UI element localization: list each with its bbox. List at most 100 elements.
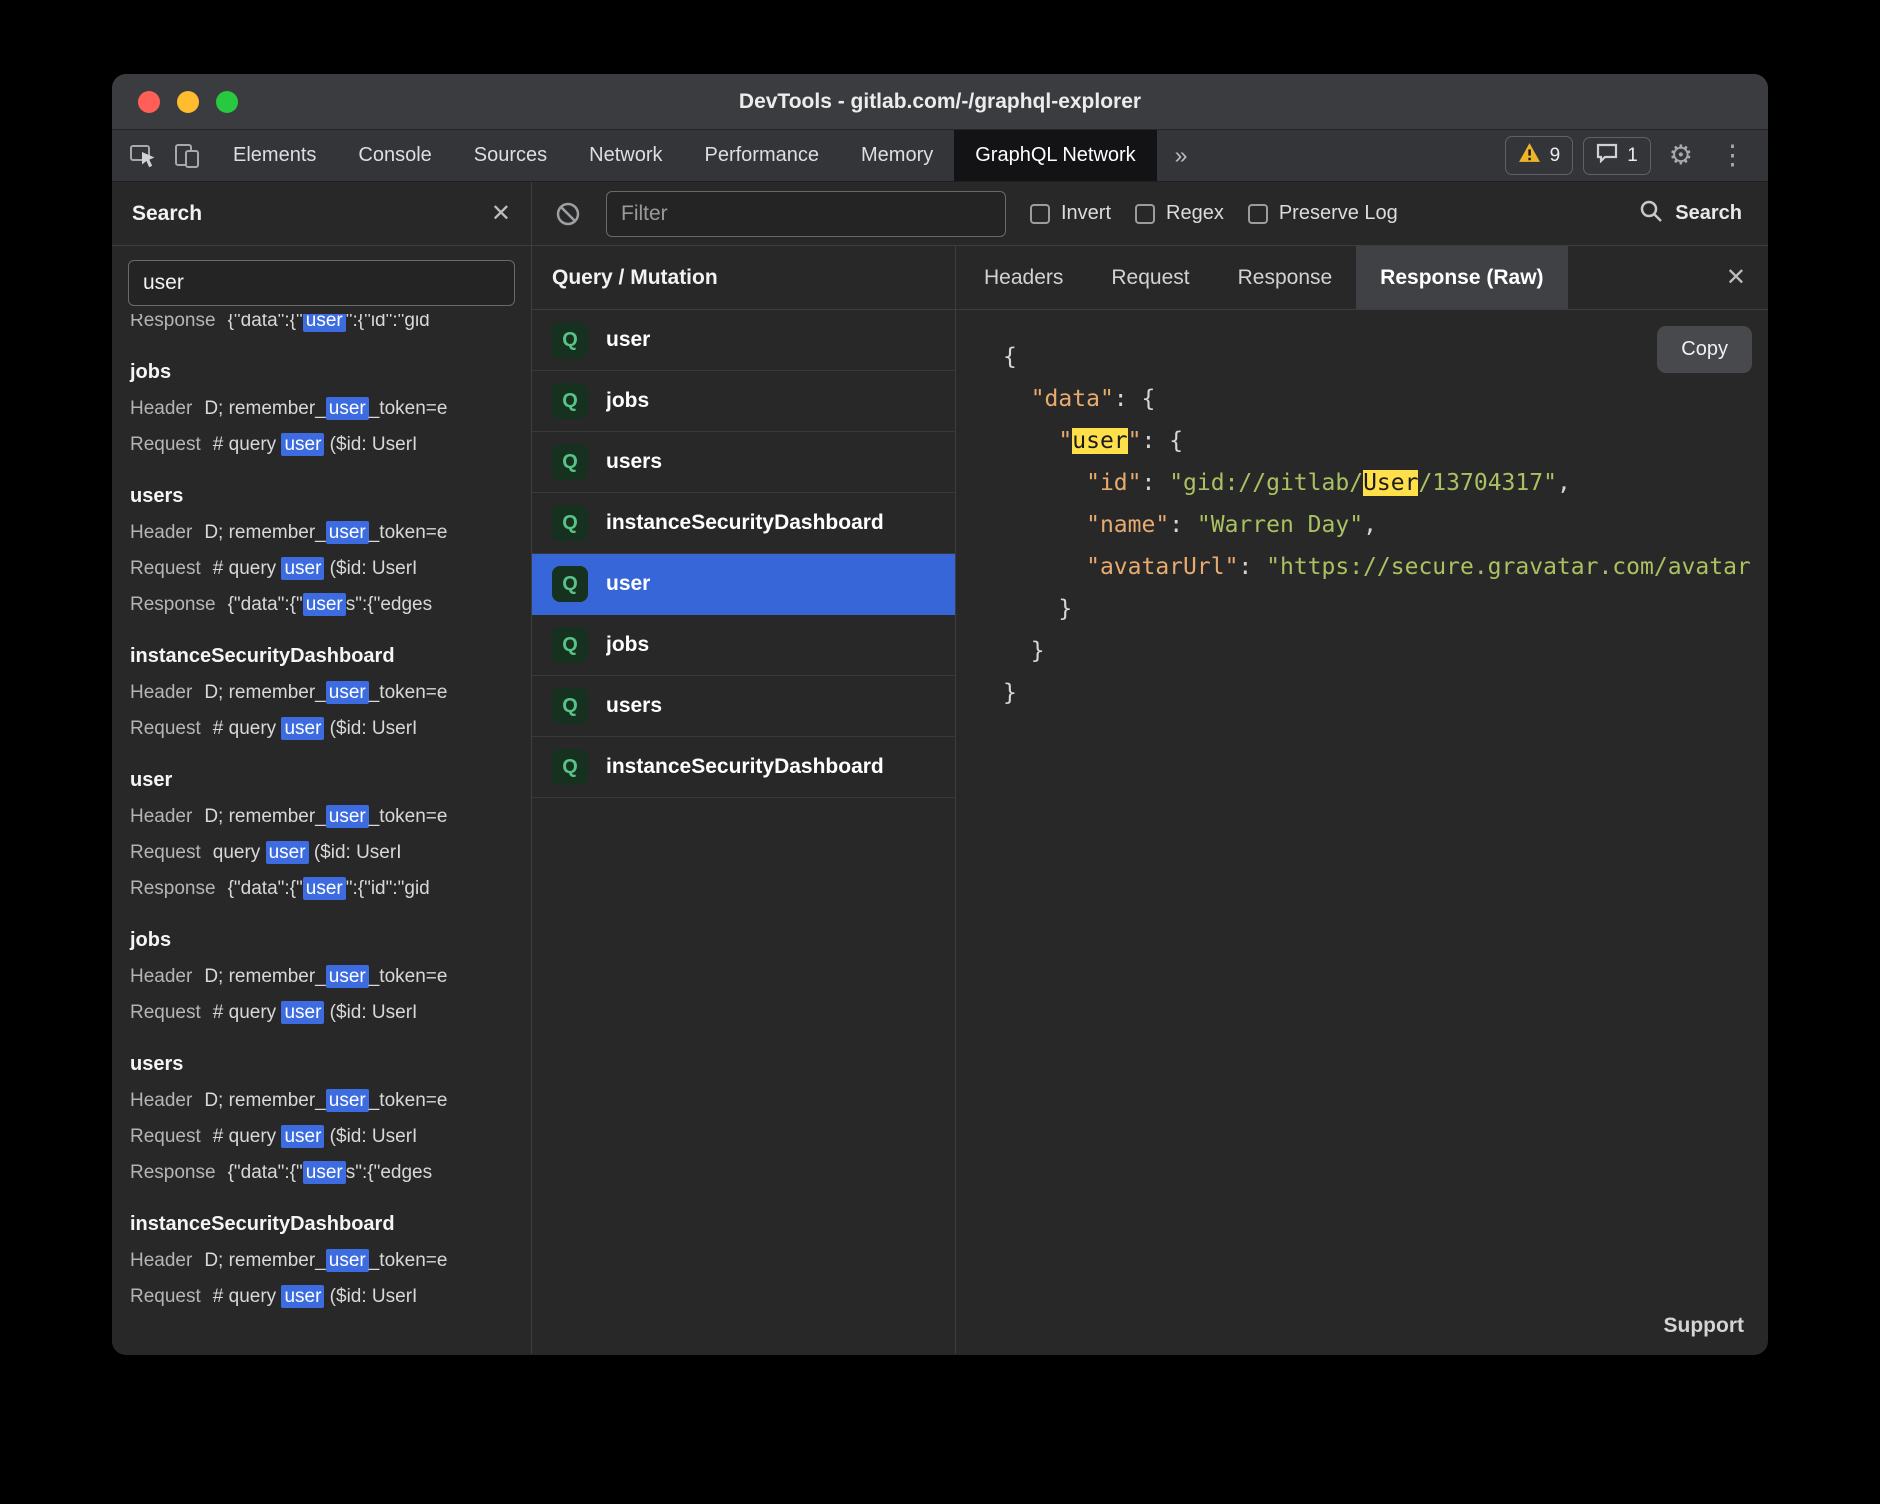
tab-network[interactable]: Network <box>568 130 683 181</box>
query-list-item[interactable]: Quser <box>532 554 955 615</box>
search-result-row[interactable]: Request# query user ($id: UserI <box>130 427 513 463</box>
close-response-panel-button[interactable]: ✕ <box>1726 263 1746 292</box>
clear-block-icon[interactable] <box>554 200 582 228</box>
support-link[interactable]: Support <box>1664 1314 1744 1338</box>
more-tabs-chevron-icon[interactable]: » <box>1157 130 1206 181</box>
query-type-badge: Q <box>552 688 588 724</box>
tab-memory[interactable]: Memory <box>840 130 954 181</box>
search-results: Response{"data":{"user":{"id":"gidjobsHe… <box>112 314 531 1354</box>
preserve-log-checkbox[interactable] <box>1248 204 1268 224</box>
search-result-row[interactable]: HeaderD; remember_user_token=e <box>130 1083 513 1119</box>
json-line: "id": "gid://gitlab/User/13704317", <box>1003 462 1768 504</box>
tab-console[interactable]: Console <box>337 130 452 181</box>
invert-checkbox-group[interactable]: Invert <box>1030 202 1111 225</box>
result-row-text: {"data":{"user":{"id":"gid <box>228 314 430 332</box>
tab-elements[interactable]: Elements <box>212 130 337 181</box>
messages-badge[interactable]: 1 <box>1583 137 1651 175</box>
result-text-segment: ($id: UserI <box>324 718 417 739</box>
result-text-segment: ($id: UserI <box>324 1126 417 1147</box>
close-window-button[interactable] <box>138 91 160 113</box>
settings-gear-icon[interactable]: ⚙ <box>1661 142 1701 169</box>
json-content: { "data": { "user": { "id": "gid://gitla… <box>1003 336 1768 714</box>
device-toolbar-icon[interactable] <box>172 141 202 171</box>
json-segment <box>1003 512 1086 538</box>
search-panel: Search ✕ Response{"data":{"user":{"id":"… <box>112 182 532 1354</box>
search-icon <box>1638 198 1664 230</box>
result-text-segment: # query <box>213 1286 282 1307</box>
regex-checkbox[interactable] <box>1135 204 1155 224</box>
search-match-highlight: user <box>303 593 346 616</box>
invert-checkbox[interactable] <box>1030 204 1050 224</box>
minimize-window-button[interactable] <box>177 91 199 113</box>
result-text-segment: {"data":{" <box>228 314 303 331</box>
query-list-item[interactable]: QinstanceSecurityDashboard <box>532 737 955 798</box>
result-text-segment: D; remember_ <box>204 398 325 419</box>
result-group-name: users <box>130 1045 513 1083</box>
query-list-item[interactable]: Qusers <box>532 676 955 737</box>
query-type-badge: Q <box>552 505 588 541</box>
query-list-item[interactable]: Quser <box>532 310 955 371</box>
toolbar-search-button[interactable]: Search <box>1638 198 1746 230</box>
message-bubble-icon <box>1596 143 1618 169</box>
query-type-badge: Q <box>552 322 588 358</box>
search-result-row[interactable]: Request# query user ($id: UserI <box>130 995 513 1031</box>
result-row-text: D; remember_user_token=e <box>204 805 447 828</box>
search-result-row[interactable]: Requestquery user ($id: UserI <box>130 835 513 871</box>
result-text-segment: # query <box>213 558 282 579</box>
result-row-label: Response <box>130 1162 216 1183</box>
search-match-highlight: user <box>326 805 369 828</box>
tab-sources[interactable]: Sources <box>453 130 568 181</box>
copy-button[interactable]: Copy <box>1657 326 1752 373</box>
search-result-row[interactable]: HeaderD; remember_user_token=e <box>130 1243 513 1279</box>
response-tab-headers[interactable]: Headers <box>960 246 1087 309</box>
preserve-log-checkbox-group[interactable]: Preserve Log <box>1248 202 1398 225</box>
result-row-text: # query user ($id: UserI <box>213 557 418 580</box>
close-search-panel-button[interactable]: ✕ <box>491 199 511 228</box>
result-group-name: jobs <box>130 921 513 959</box>
filter-input[interactable] <box>606 191 1006 237</box>
kebab-menu-icon[interactable]: ⋮ <box>1711 142 1754 169</box>
devtools-toolbar: ElementsConsoleSourcesNetworkPerformance… <box>112 130 1768 182</box>
search-result-row[interactable]: Response{"data":{"users":{"edges <box>130 587 513 623</box>
search-result-row[interactable]: Request# query user ($id: UserI <box>130 1279 513 1315</box>
search-result-row[interactable]: HeaderD; remember_user_token=e <box>130 675 513 711</box>
tab-performance[interactable]: Performance <box>684 130 841 181</box>
search-match-highlight: user <box>326 965 369 988</box>
query-list-item[interactable]: Qjobs <box>532 615 955 676</box>
search-result-row[interactable]: HeaderD; remember_user_token=e <box>130 799 513 835</box>
search-result-row[interactable]: HeaderD; remember_user_token=e <box>130 391 513 427</box>
response-raw-view: Copy { "data": { "user": { "id": "gid://… <box>956 310 1768 1354</box>
search-result-row[interactable]: Request# query user ($id: UserI <box>130 551 513 587</box>
search-match-highlight: user <box>326 1249 369 1272</box>
search-input[interactable] <box>128 260 515 306</box>
response-tab-response[interactable]: Response <box>1214 246 1357 309</box>
search-result-row[interactable]: HeaderD; remember_user_token=e <box>130 515 513 551</box>
zoom-window-button[interactable] <box>216 91 238 113</box>
search-result-row[interactable]: HeaderD; remember_user_token=e <box>130 959 513 995</box>
response-tab-request[interactable]: Request <box>1087 246 1213 309</box>
query-panel-header: Query / Mutation <box>532 246 955 310</box>
warnings-badge[interactable]: 9 <box>1505 136 1574 175</box>
toolbar-right-cluster: 9 1 ⚙ ⋮ <box>1505 130 1768 181</box>
response-tab-response-raw[interactable]: Response (Raw) <box>1356 246 1567 309</box>
result-text-segment: ($id: UserI <box>324 558 417 579</box>
result-text-segment: {"data":{" <box>228 878 303 899</box>
json-segment: { <box>1003 344 1017 370</box>
search-result-row[interactable]: Response{"data":{"user":{"id":"gid <box>130 314 513 339</box>
regex-label: Regex <box>1166 202 1224 225</box>
search-result-row[interactable]: Request# query user ($id: UserI <box>130 711 513 747</box>
json-segment <box>1003 386 1031 412</box>
result-text-segment: # query <box>213 1126 282 1147</box>
tab-graphql-network[interactable]: GraphQL Network <box>954 130 1156 181</box>
query-list-item[interactable]: Qusers <box>532 432 955 493</box>
search-result-row[interactable]: Request# query user ($id: UserI <box>130 1119 513 1155</box>
query-list-item[interactable]: Qjobs <box>532 371 955 432</box>
regex-checkbox-group[interactable]: Regex <box>1135 202 1224 225</box>
json-segment: "name" <box>1086 512 1169 538</box>
search-result-row[interactable]: Response{"data":{"users":{"edges <box>130 1155 513 1191</box>
query-list-item[interactable]: QinstanceSecurityDashboard <box>532 493 955 554</box>
search-match-highlight: user <box>303 1161 346 1184</box>
result-text-segment: # query <box>213 434 282 455</box>
search-result-row[interactable]: Response{"data":{"user":{"id":"gid <box>130 871 513 907</box>
inspect-element-icon[interactable] <box>128 141 158 171</box>
